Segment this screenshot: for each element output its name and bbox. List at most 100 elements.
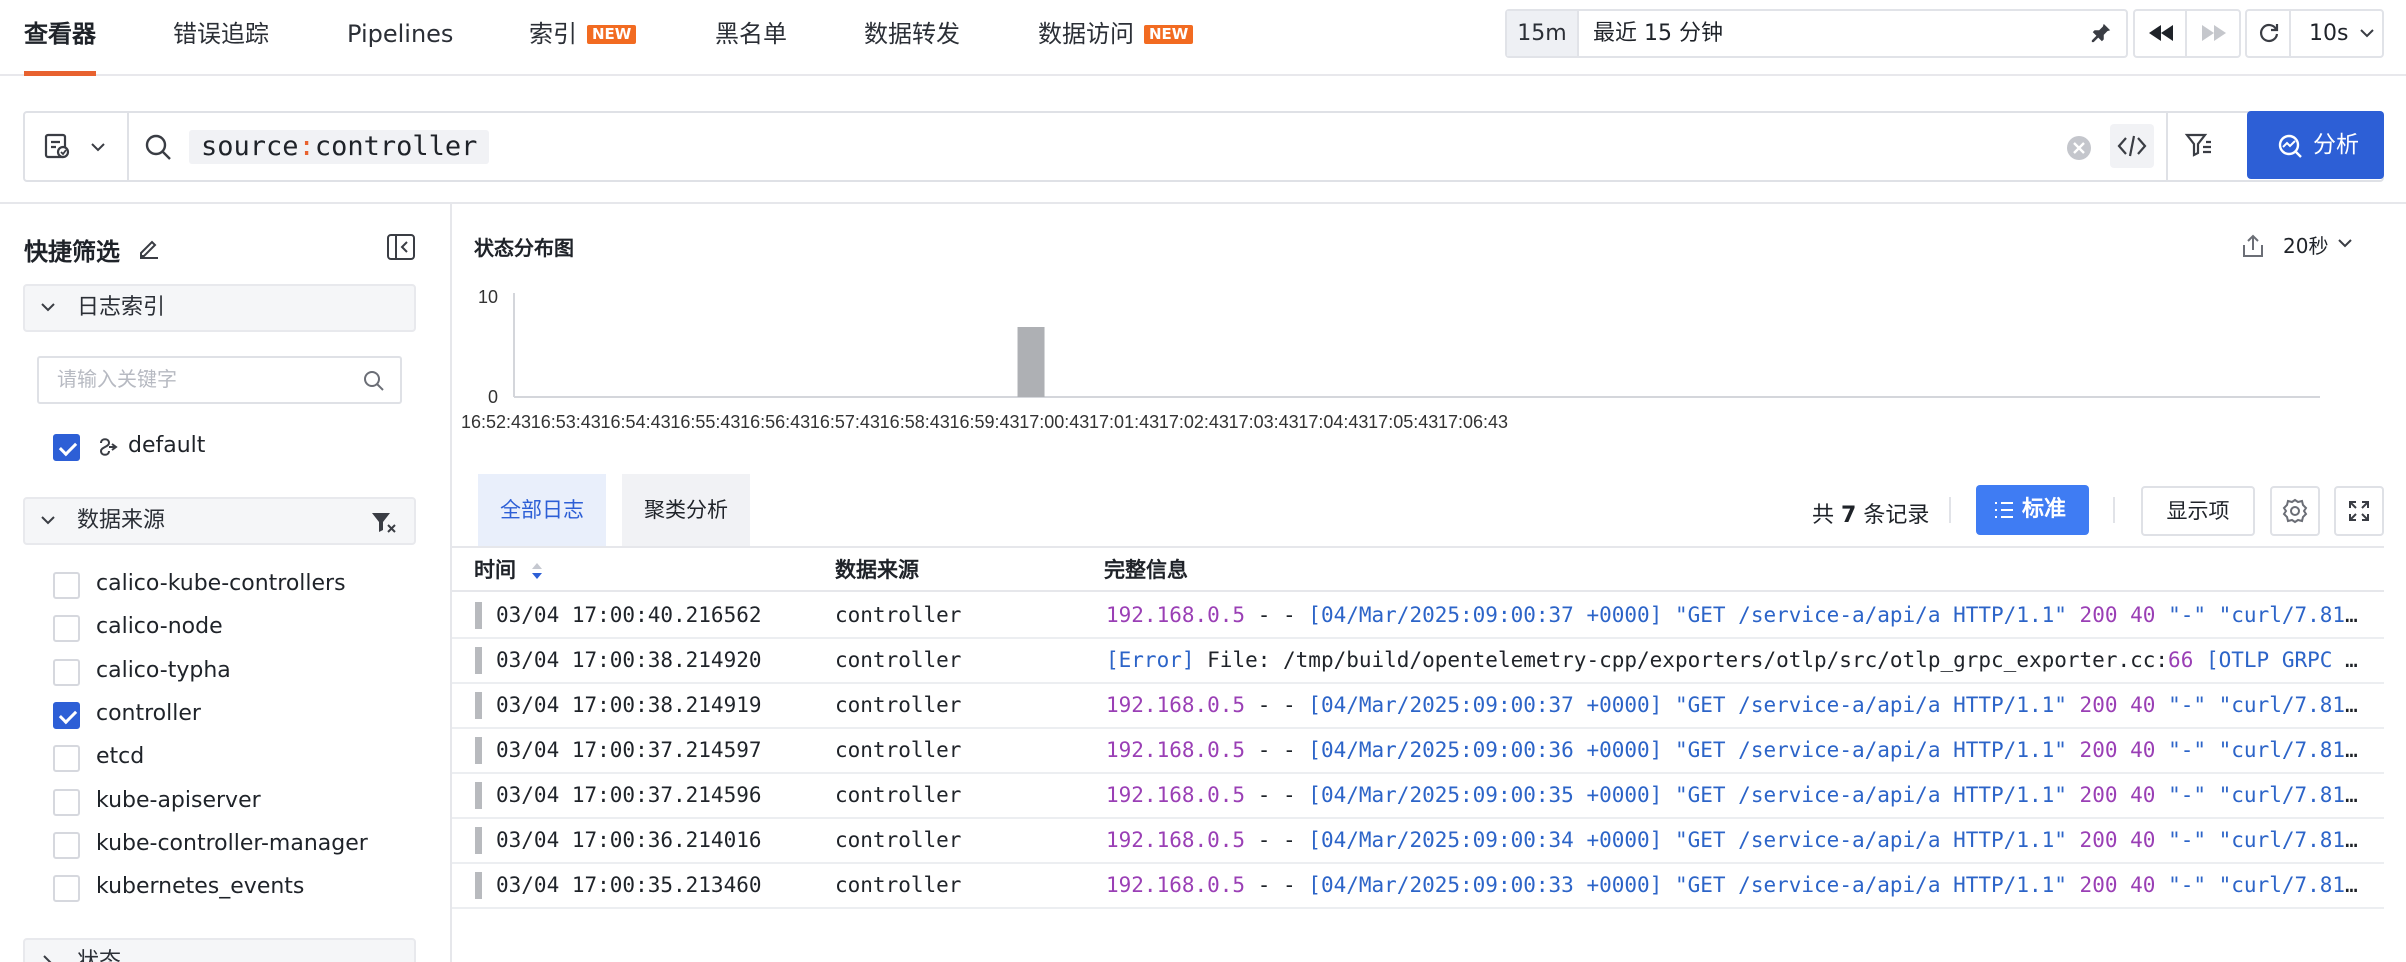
rewind-icon bbox=[2149, 25, 2173, 41]
chart-title: 状态分布图 bbox=[474, 236, 574, 260]
query-mode-select[interactable] bbox=[25, 113, 129, 180]
table-row[interactable]: 03/04 17:00:35.213460 controller 192.168.0… bbox=[452, 864, 2384, 909]
code-mode-button[interactable] bbox=[2110, 124, 2154, 168]
source-label: kubernetes_events bbox=[96, 874, 305, 900]
table-row[interactable]: 03/04 17:00:37.214596 controller 192.168.0… bbox=[452, 774, 2384, 819]
column-time[interactable]: 时间 bbox=[474, 548, 516, 592]
collapse-sidebar-icon[interactable] bbox=[386, 233, 416, 261]
table-row[interactable]: 03/04 17:00:36.214016 controller 192.168.0… bbox=[452, 819, 2384, 864]
table-row[interactable]: 03/04 17:00:37.214597 controller 192.168.0… bbox=[452, 729, 2384, 774]
status-bar bbox=[475, 782, 482, 809]
log-status: 200 bbox=[2079, 783, 2118, 807]
keyword-search-field[interactable] bbox=[37, 356, 402, 404]
source-checkbox[interactable] bbox=[53, 788, 80, 816]
source-checkbox[interactable] bbox=[53, 701, 80, 729]
x-tick-label: 17:05:43 bbox=[1368, 412, 1438, 432]
keyword-input[interactable] bbox=[57, 366, 357, 394]
display-items-button[interactable]: 显示项 bbox=[2141, 486, 2255, 536]
row-time: 03/04 17:00:38.214919 bbox=[496, 693, 762, 717]
table-row[interactable]: 03/04 17:00:38.214919 controller 192.168.0… bbox=[452, 684, 2384, 729]
source-label: kube-apiserver bbox=[96, 787, 261, 813]
section-log-index[interactable]: 日志索引 bbox=[23, 284, 416, 332]
edit-icon[interactable] bbox=[137, 236, 161, 260]
log-tail: "-" "curl/7.81.0" bbox=[2168, 873, 2360, 897]
chevron-down-icon bbox=[41, 303, 55, 312]
divider bbox=[1949, 497, 1951, 523]
time-range-picker[interactable]: 15m 最近 15 分钟 bbox=[1505, 9, 2128, 58]
log-status: 200 bbox=[2079, 603, 2118, 627]
clear-filter-icon[interactable] bbox=[370, 510, 398, 534]
row-time: 03/04 17:00:37.214596 bbox=[496, 783, 762, 807]
chevron-down-icon bbox=[41, 516, 55, 525]
filter-settings-icon[interactable] bbox=[2184, 131, 2214, 161]
x-tick-label: 17:00:43 bbox=[1019, 412, 1089, 432]
log-text: File: /tmp/build/opentelemetry-cpp/expor… bbox=[1194, 648, 2169, 672]
tab-cluster-analysis[interactable]: 聚类分析 bbox=[622, 474, 750, 546]
log-ip: 192.168.0.5 bbox=[1106, 783, 1246, 807]
x-tick-label: 16:55:43 bbox=[670, 412, 740, 432]
log-timestamp: [04/Mar/2025:09:00:37 +0000] bbox=[1308, 693, 1663, 717]
row-time: 03/04 17:00:36.214016 bbox=[496, 828, 762, 852]
fullscreen-button[interactable] bbox=[2334, 486, 2384, 536]
export-icon[interactable] bbox=[2240, 233, 2266, 259]
settings-button[interactable] bbox=[2270, 486, 2320, 536]
chart-interval-select[interactable]: 20秒 bbox=[2283, 230, 2328, 259]
source-checkbox[interactable] bbox=[53, 615, 80, 643]
status-bar bbox=[475, 827, 482, 854]
log-tail: [OTLP GRPC Exporter] Export() failed bbox=[2205, 648, 2360, 672]
row-source: controller bbox=[835, 873, 962, 897]
record-count-number: 7 bbox=[1841, 503, 1857, 528]
clear-icon[interactable] bbox=[2066, 135, 2092, 161]
index-default-checkbox[interactable] bbox=[53, 434, 80, 461]
section-status[interactable]: 状态 bbox=[23, 938, 416, 962]
top-nav: 查看器 错误追踪 Pipelines 索引 NEW 黑名单 数据转发 数据访问 NE… bbox=[0, 0, 2406, 76]
row-source: controller bbox=[835, 738, 962, 762]
row-source: controller bbox=[835, 783, 962, 807]
log-request: "GET /service-a/api/a HTTP/1.1" bbox=[1662, 873, 2080, 897]
source-label: calico-kube-controllers bbox=[96, 571, 346, 596]
source-checkbox[interactable] bbox=[53, 875, 80, 903]
tab-data-access[interactable]: 数据访问 NEW bbox=[1038, 0, 1194, 76]
tab-viewer[interactable]: 查看器 bbox=[24, 0, 96, 76]
log-dash: - - bbox=[1245, 693, 1309, 717]
log-request: "GET /service-a/api/a HTTP/1.1" bbox=[1662, 693, 2080, 717]
time-range-short[interactable]: 15m bbox=[1507, 11, 1579, 56]
section-data-source[interactable]: 数据来源 bbox=[23, 497, 416, 545]
query-value: controller bbox=[314, 131, 478, 162]
search-icon bbox=[145, 134, 171, 160]
column-source[interactable]: 数据来源 bbox=[835, 548, 919, 592]
column-message[interactable]: 完整信息 bbox=[1104, 548, 1188, 592]
query-key: source bbox=[201, 131, 299, 162]
table-row[interactable]: 03/04 17:00:40.216562 controller 192.168.0… bbox=[452, 594, 2384, 639]
row-source: controller bbox=[835, 693, 962, 717]
time-step-controls bbox=[2133, 9, 2241, 58]
tab-error-tracking[interactable]: 错误追踪 bbox=[173, 0, 269, 76]
pin-icon[interactable] bbox=[2090, 22, 2112, 44]
divider bbox=[2113, 497, 2115, 523]
tab-index[interactable]: 索引 NEW bbox=[529, 0, 637, 76]
source-checkbox[interactable] bbox=[53, 831, 80, 859]
table-row[interactable]: 03/04 17:00:38.214920 controller [Error] F… bbox=[452, 639, 2384, 684]
chevron-down-icon bbox=[2338, 239, 2352, 248]
x-tick-label: 16:52:43 bbox=[461, 412, 531, 432]
step-back-button[interactable] bbox=[2135, 11, 2187, 56]
tab-all-logs[interactable]: 全部日志 bbox=[478, 474, 606, 546]
row-message: 192.168.0.5 - - [04/Mar/2025:09:00:37 +0… bbox=[1106, 594, 2360, 637]
refresh-control: 10s bbox=[2245, 9, 2384, 58]
source-checkbox[interactable] bbox=[53, 572, 80, 599]
analyze-button[interactable]: 分析 bbox=[2247, 111, 2384, 179]
search-input[interactable]: source:controller bbox=[189, 130, 490, 164]
tab-data-forwarding[interactable]: 数据转发 bbox=[864, 0, 960, 76]
source-checkbox[interactable] bbox=[53, 658, 80, 686]
status-distribution-chart: 0 10 16:52:43 16:53:43 16:54:43 16:55:43 16:56… bbox=[461, 287, 2320, 432]
tab-blacklist[interactable]: 黑名单 bbox=[715, 0, 787, 76]
refresh-button[interactable] bbox=[2247, 11, 2291, 56]
tab-pipelines[interactable]: Pipelines bbox=[347, 0, 453, 76]
sort-icon[interactable] bbox=[530, 561, 544, 581]
source-checkbox[interactable] bbox=[53, 745, 80, 773]
log-ip: 192.168.0.5 bbox=[1106, 828, 1246, 852]
chevron-right-icon bbox=[43, 955, 52, 962]
refresh-interval-select[interactable]: 10s bbox=[2309, 11, 2348, 56]
step-forward-button[interactable] bbox=[2189, 11, 2239, 56]
view-mode-standard-button[interactable]: 标准 bbox=[1976, 485, 2089, 535]
